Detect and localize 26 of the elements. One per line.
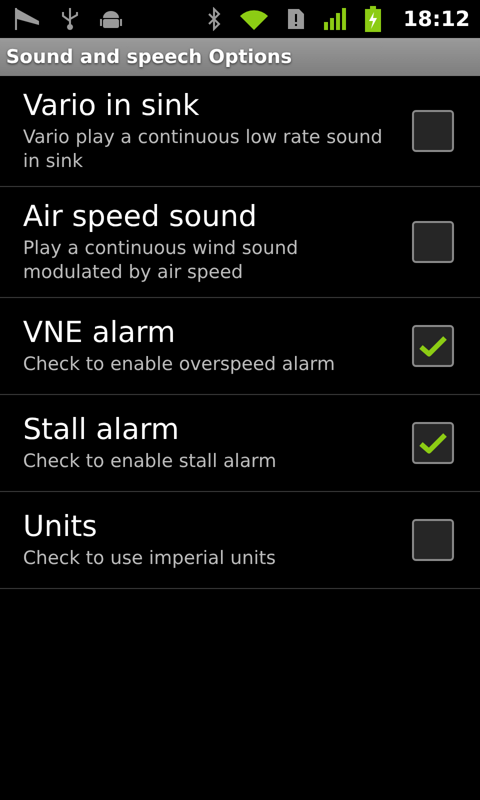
preference-title: Air speed sound — [23, 199, 258, 233]
check-icon — [419, 335, 447, 357]
check-icon — [419, 432, 447, 454]
android-icon — [100, 8, 122, 30]
checkbox[interactable] — [412, 325, 454, 367]
preference-summary: Play a continuous wind sound modulated by air speed — [23, 237, 300, 285]
preference-summary: Check to enable stall alarm — [23, 450, 278, 474]
preference-title: Stall alarm — [23, 412, 180, 446]
checkbox[interactable] — [412, 422, 454, 464]
checkbox[interactable] — [412, 519, 454, 561]
preference-title: VNE alarm — [23, 315, 176, 349]
preference-summary: Check to use imperial units — [23, 547, 277, 571]
screen-title: Sound and speech Options — [6, 46, 292, 68]
preference-title: Units — [23, 509, 98, 543]
usb-icon — [60, 7, 80, 31]
bluetooth-icon — [207, 7, 222, 31]
flag-icon — [14, 7, 40, 31]
checkbox[interactable] — [412, 110, 454, 152]
checkbox[interactable] — [412, 221, 454, 263]
clock-time: 18:12 — [403, 7, 470, 31]
preference-summary: Check to enable overspeed alarm — [23, 353, 336, 377]
sd-card-alert-icon — [287, 8, 306, 30]
battery-icon — [365, 6, 382, 32]
preference-summary: Vario play a continuous low rate sound in sink — [23, 126, 384, 174]
preference-title: Vario in sink — [23, 88, 200, 122]
signal-icon — [323, 8, 348, 30]
